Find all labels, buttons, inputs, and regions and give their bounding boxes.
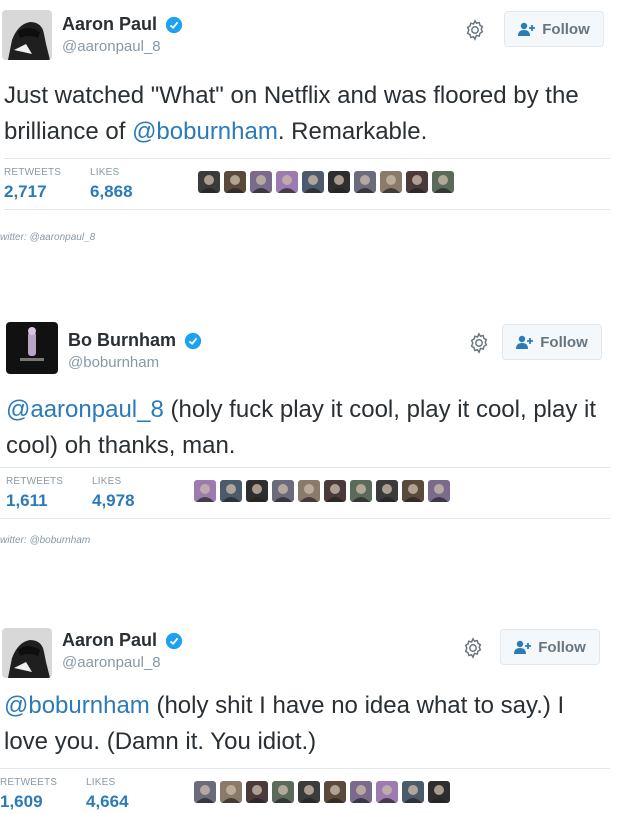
follow-button[interactable]: Follow <box>500 629 600 665</box>
liker-avatar[interactable] <box>324 781 346 803</box>
source-caption: witter: @aaronpaul_8 <box>0 232 96 243</box>
liker-avatar[interactable] <box>376 480 398 502</box>
liker-avatar[interactable] <box>350 480 372 502</box>
liker-avatar[interactable] <box>428 781 450 803</box>
tweet-stats: RETWEETS 1,611 LIKES 4,978 <box>0 467 610 519</box>
mention-link[interactable]: @aaronpaul_8 <box>6 396 164 423</box>
liker-avatar[interactable] <box>246 480 268 502</box>
retweets-count: 2,717 <box>4 182 47 201</box>
follow-label: Follow <box>538 638 586 656</box>
liker-avatar[interactable] <box>272 480 294 502</box>
gear-icon[interactable] <box>462 637 484 659</box>
liker-avatar[interactable] <box>220 781 242 803</box>
liker-avatar[interactable] <box>298 781 320 803</box>
add-user-icon <box>514 640 532 654</box>
liker-avatar[interactable] <box>324 480 346 502</box>
likes-label: LIKES <box>92 476 122 487</box>
liker-avatar[interactable] <box>302 171 324 193</box>
follow-label: Follow <box>542 20 590 38</box>
gear-icon[interactable] <box>464 19 486 41</box>
likes-label: LIKES <box>86 777 116 788</box>
likes-count: 4,664 <box>86 792 129 811</box>
retweets-stat[interactable]: RETWEETS 1,609 <box>0 777 57 812</box>
retweets-count: 1,609 <box>0 792 43 811</box>
retweets-stat[interactable]: RETWEETS 2,717 <box>4 167 61 202</box>
retweets-count: 1,611 <box>6 491 48 510</box>
likes-stat[interactable]: LIKES 6,868 <box>90 167 133 202</box>
mention-link[interactable]: @boburnham <box>132 118 278 145</box>
liker-avatar[interactable] <box>224 171 246 193</box>
user-handle[interactable]: @boburnham <box>68 354 202 371</box>
tweet-text: Just watched "What" on Netflix and was f… <box>4 78 610 150</box>
tweet-card: Bo Burnham @boburnham Follow @aaronpaul_… <box>0 312 618 552</box>
follow-label: Follow <box>540 333 588 351</box>
tweet-stats: RETWEETS 1,609 LIKES 4,664 <box>0 768 610 814</box>
liker-avatars <box>194 480 450 502</box>
user-identity: Bo Burnham @boburnham <box>68 330 202 371</box>
liker-avatar[interactable] <box>350 781 372 803</box>
liker-avatar[interactable] <box>380 171 402 193</box>
liker-avatar[interactable] <box>402 480 424 502</box>
user-identity: Aaron Paul @aaronpaul_8 <box>62 630 183 671</box>
retweets-label: RETWEETS <box>4 167 62 178</box>
user-handle[interactable]: @aaronpaul_8 <box>62 654 183 671</box>
liker-avatar[interactable] <box>298 480 320 502</box>
verified-icon <box>185 332 202 349</box>
tweet-text-tail: . Remarkable. <box>277 118 428 145</box>
liker-avatar[interactable] <box>272 781 294 803</box>
tweet-card: Aaron Paul @aaronpaul_8 Follow Just watc… <box>0 0 618 250</box>
liker-avatar[interactable] <box>376 781 398 803</box>
liker-avatar[interactable] <box>432 171 454 193</box>
liker-avatar[interactable] <box>402 781 424 803</box>
tweet-stats: RETWEETS 2,717 LIKES 6,868 <box>4 158 610 210</box>
retweets-stat[interactable]: RETWEETS 1,611 <box>6 476 63 511</box>
liker-avatar[interactable] <box>406 171 428 193</box>
tweet-text: @boburnham (holy shit I have no idea wha… <box>4 688 610 760</box>
liker-avatar[interactable] <box>194 781 216 803</box>
liker-avatar[interactable] <box>220 480 242 502</box>
avatar[interactable] <box>2 10 52 60</box>
liker-avatar[interactable] <box>354 171 376 193</box>
follow-button[interactable]: Follow <box>504 11 604 47</box>
tweet-text: @aaronpaul_8 (holy fuck play it cool, pl… <box>6 392 612 464</box>
likes-count: 4,978 <box>92 491 135 510</box>
follow-button[interactable]: Follow <box>502 324 602 360</box>
gear-icon[interactable] <box>468 332 490 354</box>
add-user-icon <box>516 335 534 349</box>
likes-stat[interactable]: LIKES 4,664 <box>86 777 129 812</box>
tweet-card: Aaron Paul @aaronpaul_8 Follow @boburnha… <box>0 620 618 814</box>
verified-icon <box>166 16 183 33</box>
avatar[interactable] <box>2 628 52 678</box>
likes-count: 6,868 <box>90 182 133 201</box>
liker-avatar[interactable] <box>276 171 298 193</box>
liker-avatars <box>198 171 454 193</box>
liker-avatar[interactable] <box>428 480 450 502</box>
liker-avatar[interactable] <box>198 171 220 193</box>
display-name[interactable]: Aaron Paul <box>62 14 157 35</box>
display-name[interactable]: Bo Burnham <box>68 330 176 351</box>
likes-label: LIKES <box>90 167 120 178</box>
liker-avatars <box>194 781 450 803</box>
user-handle[interactable]: @aaronpaul_8 <box>62 38 183 55</box>
likes-stat[interactable]: LIKES 4,978 <box>92 476 135 511</box>
source-caption: witter: @boburnham <box>0 535 91 546</box>
liker-avatar[interactable] <box>194 480 216 502</box>
liker-avatar[interactable] <box>250 171 272 193</box>
liker-avatar[interactable] <box>246 781 268 803</box>
retweets-label: RETWEETS <box>0 777 58 788</box>
liker-avatar[interactable] <box>328 171 350 193</box>
mention-link[interactable]: @boburnham <box>4 692 150 719</box>
display-name[interactable]: Aaron Paul <box>62 630 157 651</box>
retweets-label: RETWEETS <box>6 476 64 487</box>
user-identity: Aaron Paul @aaronpaul_8 <box>62 14 183 55</box>
verified-icon <box>166 632 183 649</box>
add-user-icon <box>518 22 536 36</box>
avatar[interactable] <box>6 322 58 374</box>
